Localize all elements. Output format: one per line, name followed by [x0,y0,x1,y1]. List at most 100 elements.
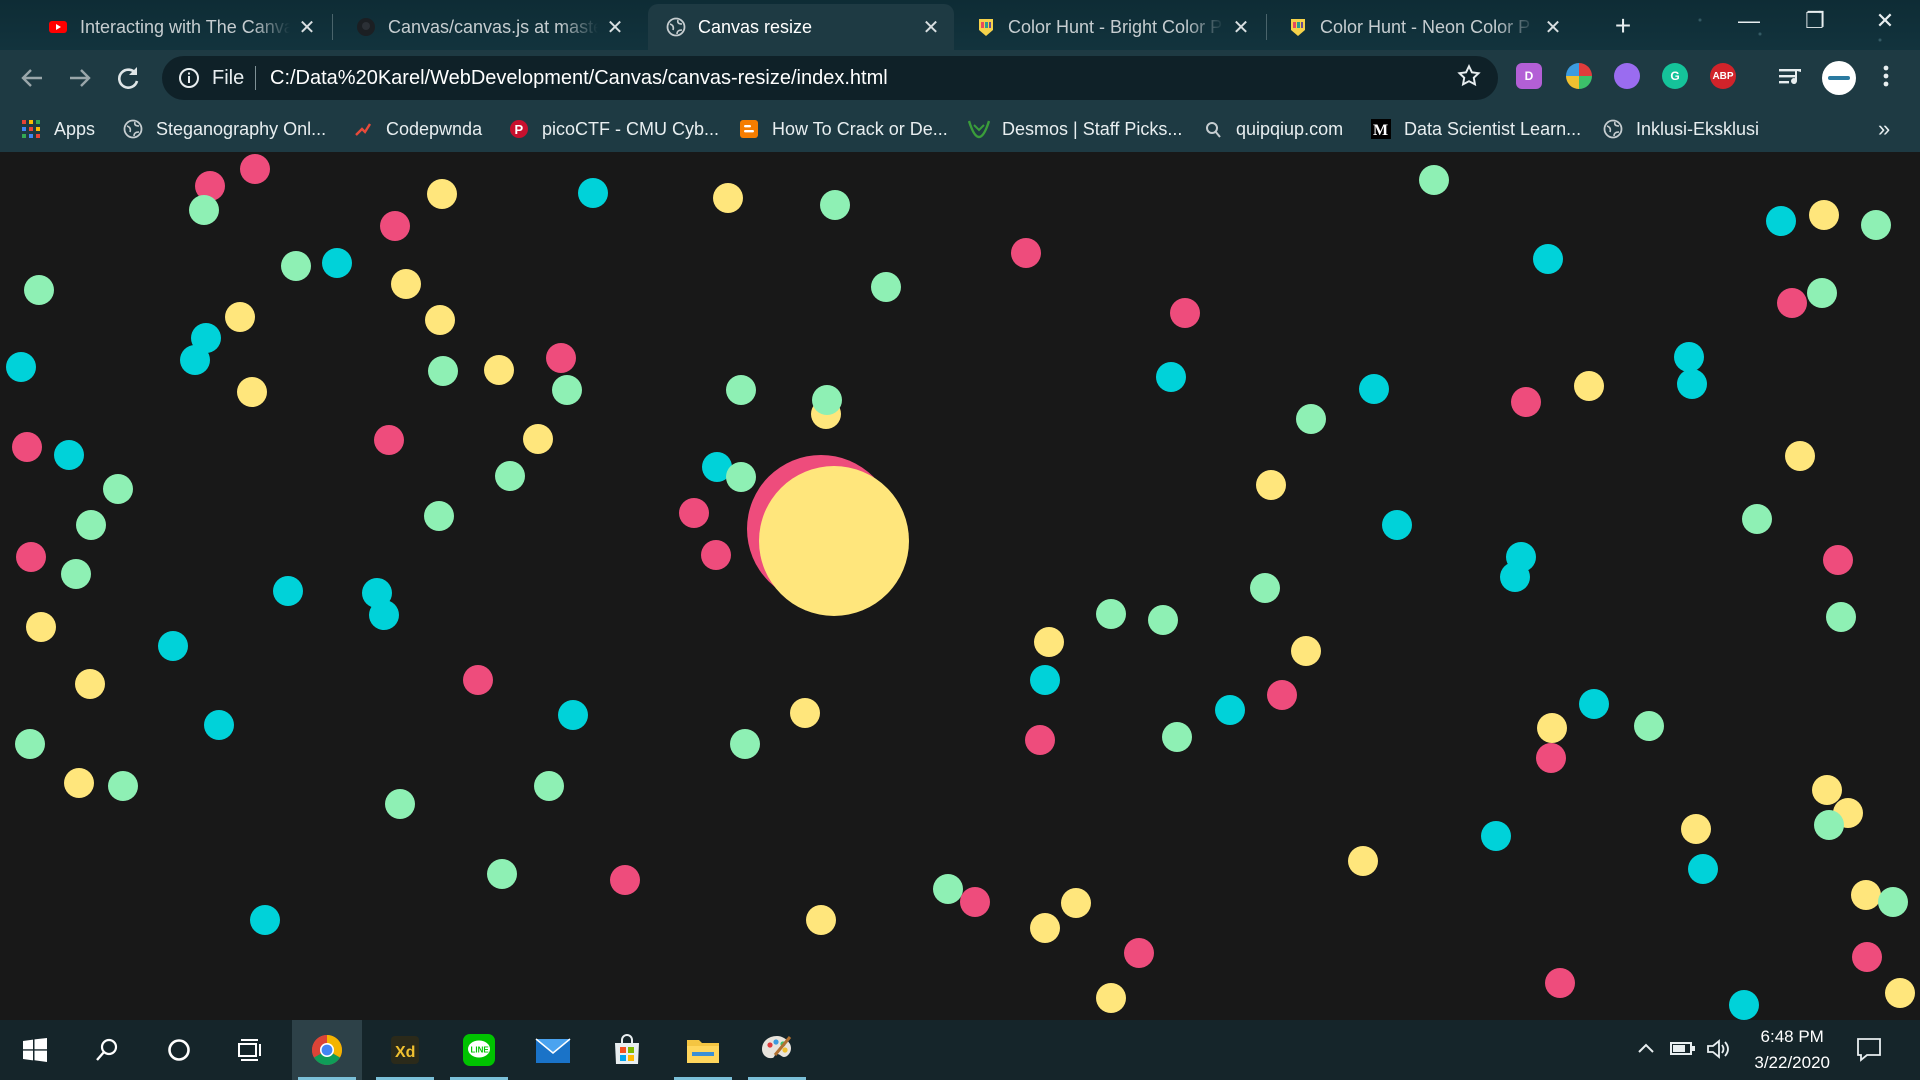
adblock-plus-icon[interactable]: ABP [1710,63,1736,89]
action-center-button[interactable] [1856,1036,1882,1068]
avatar-logo-mark [1828,76,1850,80]
circle-mint [103,474,133,504]
tab-title: Canvas/canvas.js at master [388,16,598,37]
battery-icon [1670,1042,1695,1055]
bookmark-item[interactable]: M Data Scientist Learn... [1370,106,1581,152]
line-taskbar-button[interactable]: LINE [444,1020,514,1080]
bookmark-item[interactable]: quipqiup.com [1202,106,1343,152]
bookmark-item[interactable]: How To Crack or De... [738,106,948,152]
circle-pink [1170,298,1200,328]
scheme-label: File [212,67,245,89]
circle-mint [1878,887,1908,917]
media-controls-icon[interactable] [1774,62,1806,94]
bookmark-label: Codepwnda [386,118,483,139]
circle-pink [1267,680,1297,710]
tab-4[interactable]: Color Hunt - Bright Color P ✕ [958,4,1264,50]
chrome-menu-button[interactable] [1870,62,1902,94]
tab-close-icon[interactable]: ✕ [1544,15,1562,40]
start-button[interactable] [0,1020,70,1080]
show-hidden-icons-button[interactable] [1636,1038,1656,1064]
circle-cyan [1677,369,1707,399]
purple-extension-icon[interactable] [1614,63,1640,89]
circle-pink [610,865,640,895]
info-icon[interactable] [178,67,200,94]
tab-2[interactable]: Canvas/canvas.js at master ✕ [338,4,638,50]
circle-mint [1296,404,1326,434]
tab-3[interactable]: Canvas resize ✕ [648,4,954,50]
circle-yellow [1809,200,1839,230]
restore-button[interactable]: ❐ [1800,8,1830,34]
kebab-menu-icon [1883,65,1889,87]
bookmark-item[interactable]: PpicoCTF - CMU Cyb... [508,106,719,152]
cortana-button[interactable] [144,1020,214,1080]
circle-cyan [1674,342,1704,372]
circle-mint [424,501,454,531]
d-extension-icon[interactable]: D [1516,63,1542,89]
reload-button[interactable] [112,62,144,94]
circle-cyan [1481,821,1511,851]
bookmark-item[interactable]: Apps [20,106,95,152]
battery-button[interactable] [1670,1038,1696,1064]
tab-close-icon[interactable]: ✕ [298,15,316,40]
circle-cyan [158,631,188,661]
circle-yellow [1030,913,1060,943]
grammarly-extension-icon[interactable]: G [1662,63,1688,89]
bookmarks-overflow-button[interactable]: » [1878,106,1890,152]
circle-cyan [1382,510,1412,540]
circle-yellow [1851,880,1881,910]
circle-mint [24,275,54,305]
tab-separator [332,14,333,40]
tab-close-icon[interactable]: ✕ [922,15,940,40]
bookmark-item[interactable]: Steganography Onl... [122,106,326,152]
bookmark-star-icon[interactable] [1456,63,1482,96]
minimize-button[interactable]: — [1734,8,1764,34]
system-clock[interactable]: 6:48 PM 3/22/2020 [1754,1024,1830,1076]
circle-cyan [322,248,352,278]
circle-cyan [1766,206,1796,236]
store-taskbar-button[interactable] [592,1020,662,1080]
circle-yellow [713,183,743,213]
circle-yellow [1537,713,1567,743]
volume-button[interactable] [1706,1038,1732,1066]
profile-avatar[interactable] [1822,61,1856,95]
close-window-button[interactable]: ✕ [1870,8,1900,34]
tab-close-icon[interactable]: ✕ [1232,15,1250,40]
windows-logo-icon [23,1038,47,1062]
tab-title: Color Hunt - Bright Color P [1008,16,1223,37]
circle-cyan [180,345,210,375]
url-text[interactable]: C:/Data%20Karel/WebDevelopment/Canvas/ca… [270,67,888,90]
bookmark-item[interactable]: Codepwnda [352,106,482,152]
tab-close-icon[interactable]: ✕ [606,15,624,40]
color-picker-extension-icon[interactable] [1566,63,1592,89]
bookmark-label: Desmos | Staff Picks... [1002,118,1183,139]
circle-mint [730,729,760,759]
circle-mint [812,385,842,415]
browser-toolbar: File C:/Data%20Karel/WebDevelopment/Canv… [0,50,1920,106]
file-explorer-taskbar-button[interactable] [668,1020,738,1080]
tab-1[interactable]: Interacting with The Canvas ✕ [30,4,330,50]
search-button[interactable] [72,1020,142,1080]
circle-cyan [369,600,399,630]
reload-icon [118,67,139,89]
new-tab-button[interactable]: + [1608,10,1638,42]
circle-pink [960,887,990,917]
bookmark-item[interactable]: Inklusi-Eksklusi [1602,106,1759,152]
xd-taskbar-button[interactable]: Xd [370,1020,440,1080]
circles-canvas[interactable] [0,152,1920,1020]
tab-title: Interacting with The Canvas [80,16,290,37]
clock-time: 6:48 PM [1760,1027,1824,1046]
forward-button[interactable] [64,62,96,94]
chrome-taskbar-button[interactable] [292,1020,362,1080]
tab-5[interactable]: Color Hunt - Neon Color P ✕ [1270,4,1576,50]
circle-yellow [75,669,105,699]
circle-mint [1148,605,1178,635]
paint-taskbar-button[interactable] [742,1020,812,1080]
forward-arrow-icon [70,69,91,87]
task-view-button[interactable] [216,1020,286,1080]
circle-cyan [273,576,303,606]
back-arrow-icon [21,69,42,87]
back-button[interactable] [16,62,48,94]
address-bar[interactable]: File C:/Data%20Karel/WebDevelopment/Canv… [162,56,1498,100]
mail-taskbar-button[interactable] [518,1020,588,1080]
bookmark-item[interactable]: Desmos | Staff Picks... [968,106,1182,152]
